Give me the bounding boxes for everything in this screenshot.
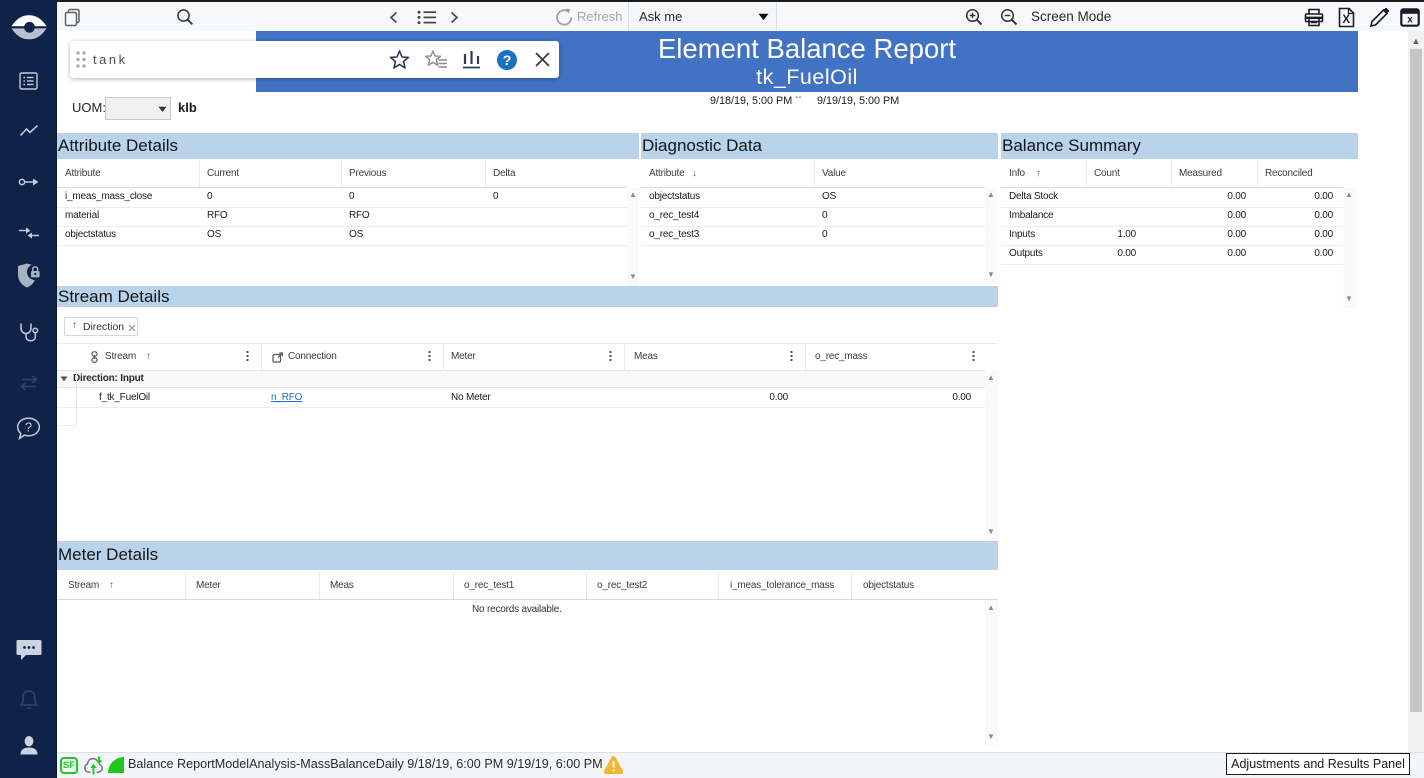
svg-text:X: X	[1342, 14, 1350, 26]
svg-text:x: x	[1407, 15, 1413, 26]
svg-text:?: ?	[25, 420, 32, 435]
